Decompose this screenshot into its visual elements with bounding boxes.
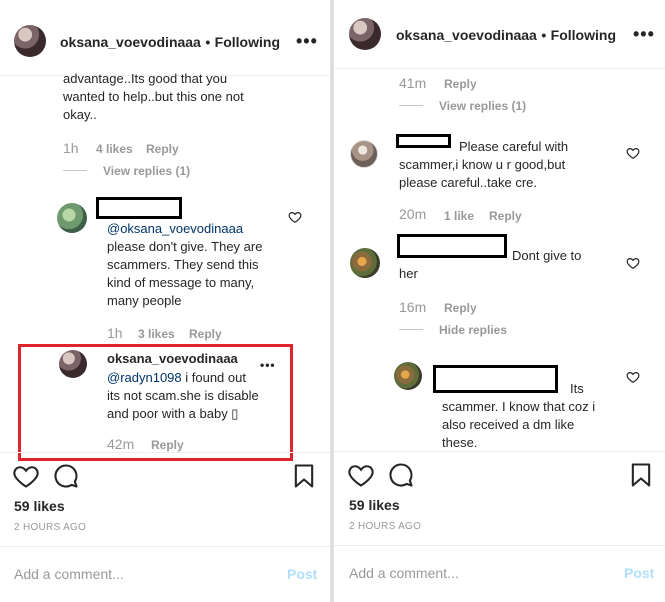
header-divider: [334, 68, 665, 69]
reply-button[interactable]: Reply: [189, 327, 222, 341]
header-avatar[interactable]: [349, 18, 381, 50]
bookmark-icon[interactable]: [627, 461, 655, 489]
more-options-icon[interactable]: •••: [296, 32, 318, 50]
footer-divider: [334, 545, 665, 546]
commenter-avatar[interactable]: [350, 140, 378, 168]
view-replies-button[interactable]: View replies (1): [439, 99, 526, 113]
bookmark-icon[interactable]: [290, 462, 318, 490]
reply-likes[interactable]: 3 likes: [138, 327, 175, 341]
footer-divider: [0, 546, 330, 547]
follow-button[interactable]: Following: [215, 34, 280, 50]
like-comment-heart-icon[interactable]: [288, 210, 302, 224]
comments-divider: [334, 451, 665, 452]
like-count[interactable]: 59 likes: [349, 497, 400, 513]
thread-line: [63, 170, 87, 171]
comment-line: many people: [107, 293, 182, 308]
comment-line: wanted to help..but this one not: [63, 89, 244, 104]
like-comment-heart-icon[interactable]: [626, 256, 640, 270]
heart-icon[interactable]: [12, 462, 40, 490]
reply-button[interactable]: Reply: [146, 142, 179, 156]
header-separator: •: [541, 27, 547, 43]
left-post-panel: oksana_voevodinaaa • Following ••• advan…: [0, 0, 331, 602]
comment-line: scammers. They send this: [107, 257, 259, 272]
hide-replies-button[interactable]: Hide replies: [439, 323, 507, 337]
post-button[interactable]: Post: [287, 566, 317, 582]
comment-line: also received a dm like: [442, 417, 575, 432]
mention-link[interactable]: @oksana_voevodinaaa: [107, 220, 307, 238]
redacted-username: [96, 197, 182, 219]
comment-line: please careful..take cre.: [399, 175, 538, 190]
follow-button[interactable]: Following: [551, 27, 616, 43]
add-comment-input[interactable]: Add a comment...: [349, 565, 459, 581]
fade-mask: [334, 452, 665, 458]
comment-line: okay..: [63, 107, 97, 122]
heart-icon[interactable]: [347, 461, 375, 489]
add-comment-input[interactable]: Add a comment...: [14, 566, 124, 582]
comment-time: 41m: [399, 75, 427, 91]
comments-divider: [0, 452, 330, 453]
like-count[interactable]: 59 likes: [14, 498, 65, 514]
reply-button[interactable]: Reply: [444, 77, 477, 91]
commenter-avatar[interactable]: [57, 203, 87, 233]
reply-button[interactable]: Reply: [489, 209, 522, 223]
commenter-avatar[interactable]: [350, 248, 380, 278]
highlight-box: [18, 344, 293, 461]
view-replies-button[interactable]: View replies (1): [103, 164, 190, 178]
comment-line: her: [399, 266, 418, 281]
comment-line: scammer. I know that coz i: [442, 399, 596, 414]
comment-text: advantage..Its good that you wanted to h…: [63, 70, 303, 124]
commenter-avatar[interactable]: [394, 362, 422, 390]
reply-text: @oksana_voevodinaaa please don't give. T…: [107, 220, 307, 310]
reply-text: Its scammer. I know that coz i also rece…: [442, 380, 632, 452]
header-username[interactable]: oksana_voevodinaaa: [396, 27, 537, 43]
comment-line: Please careful with: [459, 139, 569, 154]
more-options-icon[interactable]: •••: [633, 25, 655, 43]
thread-line: [399, 329, 423, 330]
post-timestamp: 2 HOURS AGO: [349, 521, 422, 532]
comment-text: Please careful with scammer,i know u r g…: [399, 138, 629, 192]
like-comment-heart-icon[interactable]: [626, 370, 640, 384]
comment-text: Dont give to her: [399, 247, 629, 283]
comment-likes[interactable]: 1 like: [444, 209, 474, 223]
post-button[interactable]: Post: [624, 565, 654, 581]
header-avatar[interactable]: [14, 25, 46, 57]
comment-line: scammer,i know u r good,but: [399, 157, 566, 172]
comment-line: kind of message to many,: [107, 275, 255, 290]
header-username[interactable]: oksana_voevodinaaa: [60, 34, 201, 50]
comment-icon[interactable]: [52, 462, 80, 490]
comment-line: advantage..Its good that you: [63, 71, 228, 86]
post-timestamp: 2 HOURS AGO: [14, 522, 87, 533]
comment-likes[interactable]: 4 likes: [96, 142, 133, 156]
comment-icon[interactable]: [387, 461, 415, 489]
comment-line: Dont give to: [512, 248, 582, 263]
comment-line: these.: [442, 435, 478, 450]
comment-time: 20m: [399, 206, 427, 222]
like-comment-heart-icon[interactable]: [626, 146, 640, 160]
post-header: oksana_voevodinaaa • Following: [60, 34, 280, 52]
post-header: oksana_voevodinaaa • Following: [396, 27, 616, 45]
comment-time: 16m: [399, 299, 427, 315]
comment-time: 1h: [63, 140, 79, 156]
comment-line: please don't give. They are: [107, 239, 263, 254]
right-post-panel: oksana_voevodinaaa • Following ••• 41m R…: [333, 0, 665, 602]
reply-time: 1h: [107, 325, 123, 341]
header-separator: •: [205, 34, 211, 50]
comment-line: Its: [570, 381, 584, 396]
reply-button[interactable]: Reply: [444, 301, 477, 315]
thread-line: [399, 105, 423, 106]
